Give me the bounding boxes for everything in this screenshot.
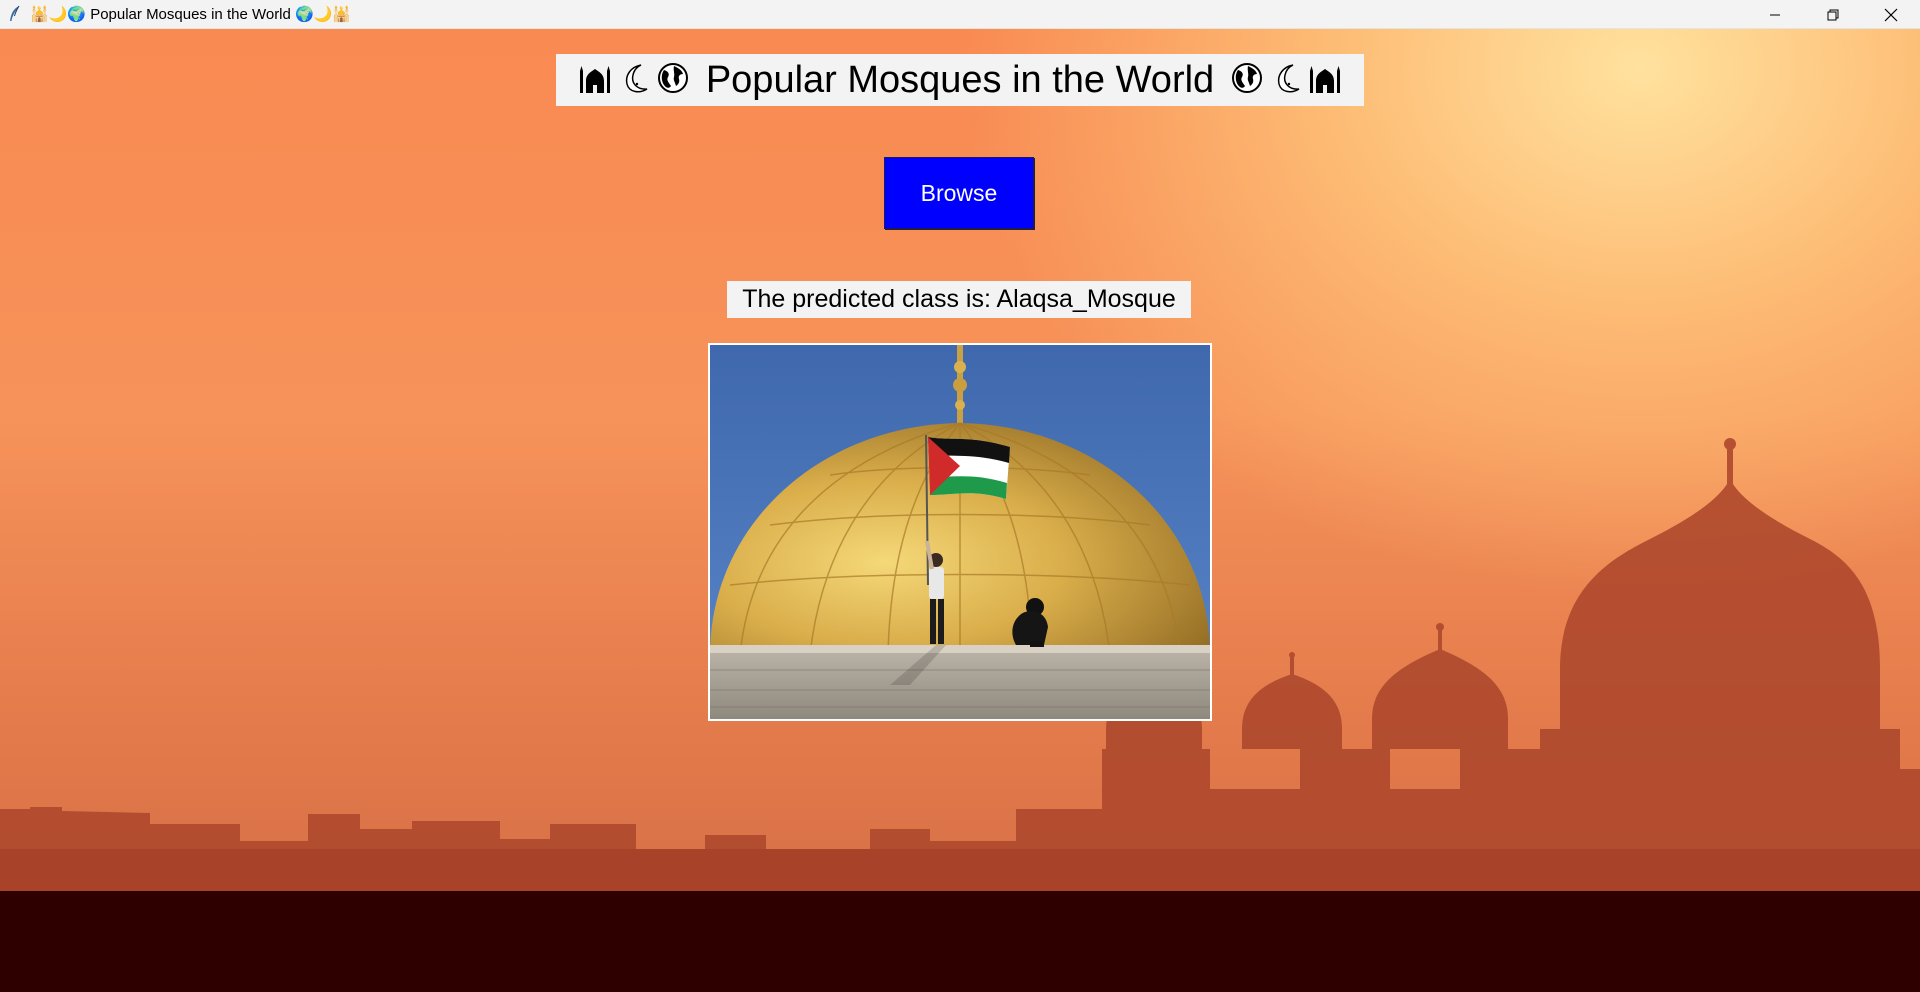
window-controls: [1746, 0, 1920, 29]
mosque-icon: [578, 61, 612, 100]
crescent-moon-icon: [1269, 61, 1303, 100]
minimize-button[interactable]: [1746, 0, 1804, 29]
globe-icon: [1230, 61, 1264, 100]
header-right-emojis: [1230, 61, 1342, 100]
page-title: Popular Mosques in the World: [705, 58, 1215, 101]
close-button[interactable]: [1862, 0, 1920, 29]
globe-icon: [656, 61, 690, 100]
close-icon: [1884, 8, 1898, 21]
restore-button[interactable]: [1804, 0, 1862, 29]
background-canvas: Popular Mosques in the World Browse The …: [0, 29, 1920, 992]
browse-button[interactable]: Browse: [884, 157, 1034, 229]
window-title: 🕌🌙🌍 Popular Mosques in the World 🌍🌙🕌: [30, 6, 352, 23]
mosque-icon: [1308, 61, 1342, 100]
feather-icon: [4, 3, 26, 25]
app-window: 🕌🌙🌍 Popular Mosques in the World 🌍🌙🕌 Pop…: [0, 0, 1920, 992]
prediction-label: The predicted class is: Alaqsa_Mosque: [727, 281, 1191, 318]
title-bar: 🕌🌙🌍 Popular Mosques in the World 🌍🌙🕌: [0, 0, 1920, 29]
dome-of-the-rock-photo: [708, 343, 1212, 721]
header-banner: Popular Mosques in the World: [556, 54, 1364, 106]
restore-icon: [1827, 9, 1839, 20]
header-left-emojis: [578, 61, 690, 100]
crescent-moon-icon: [617, 61, 651, 100]
minimize-icon: [1770, 14, 1780, 15]
